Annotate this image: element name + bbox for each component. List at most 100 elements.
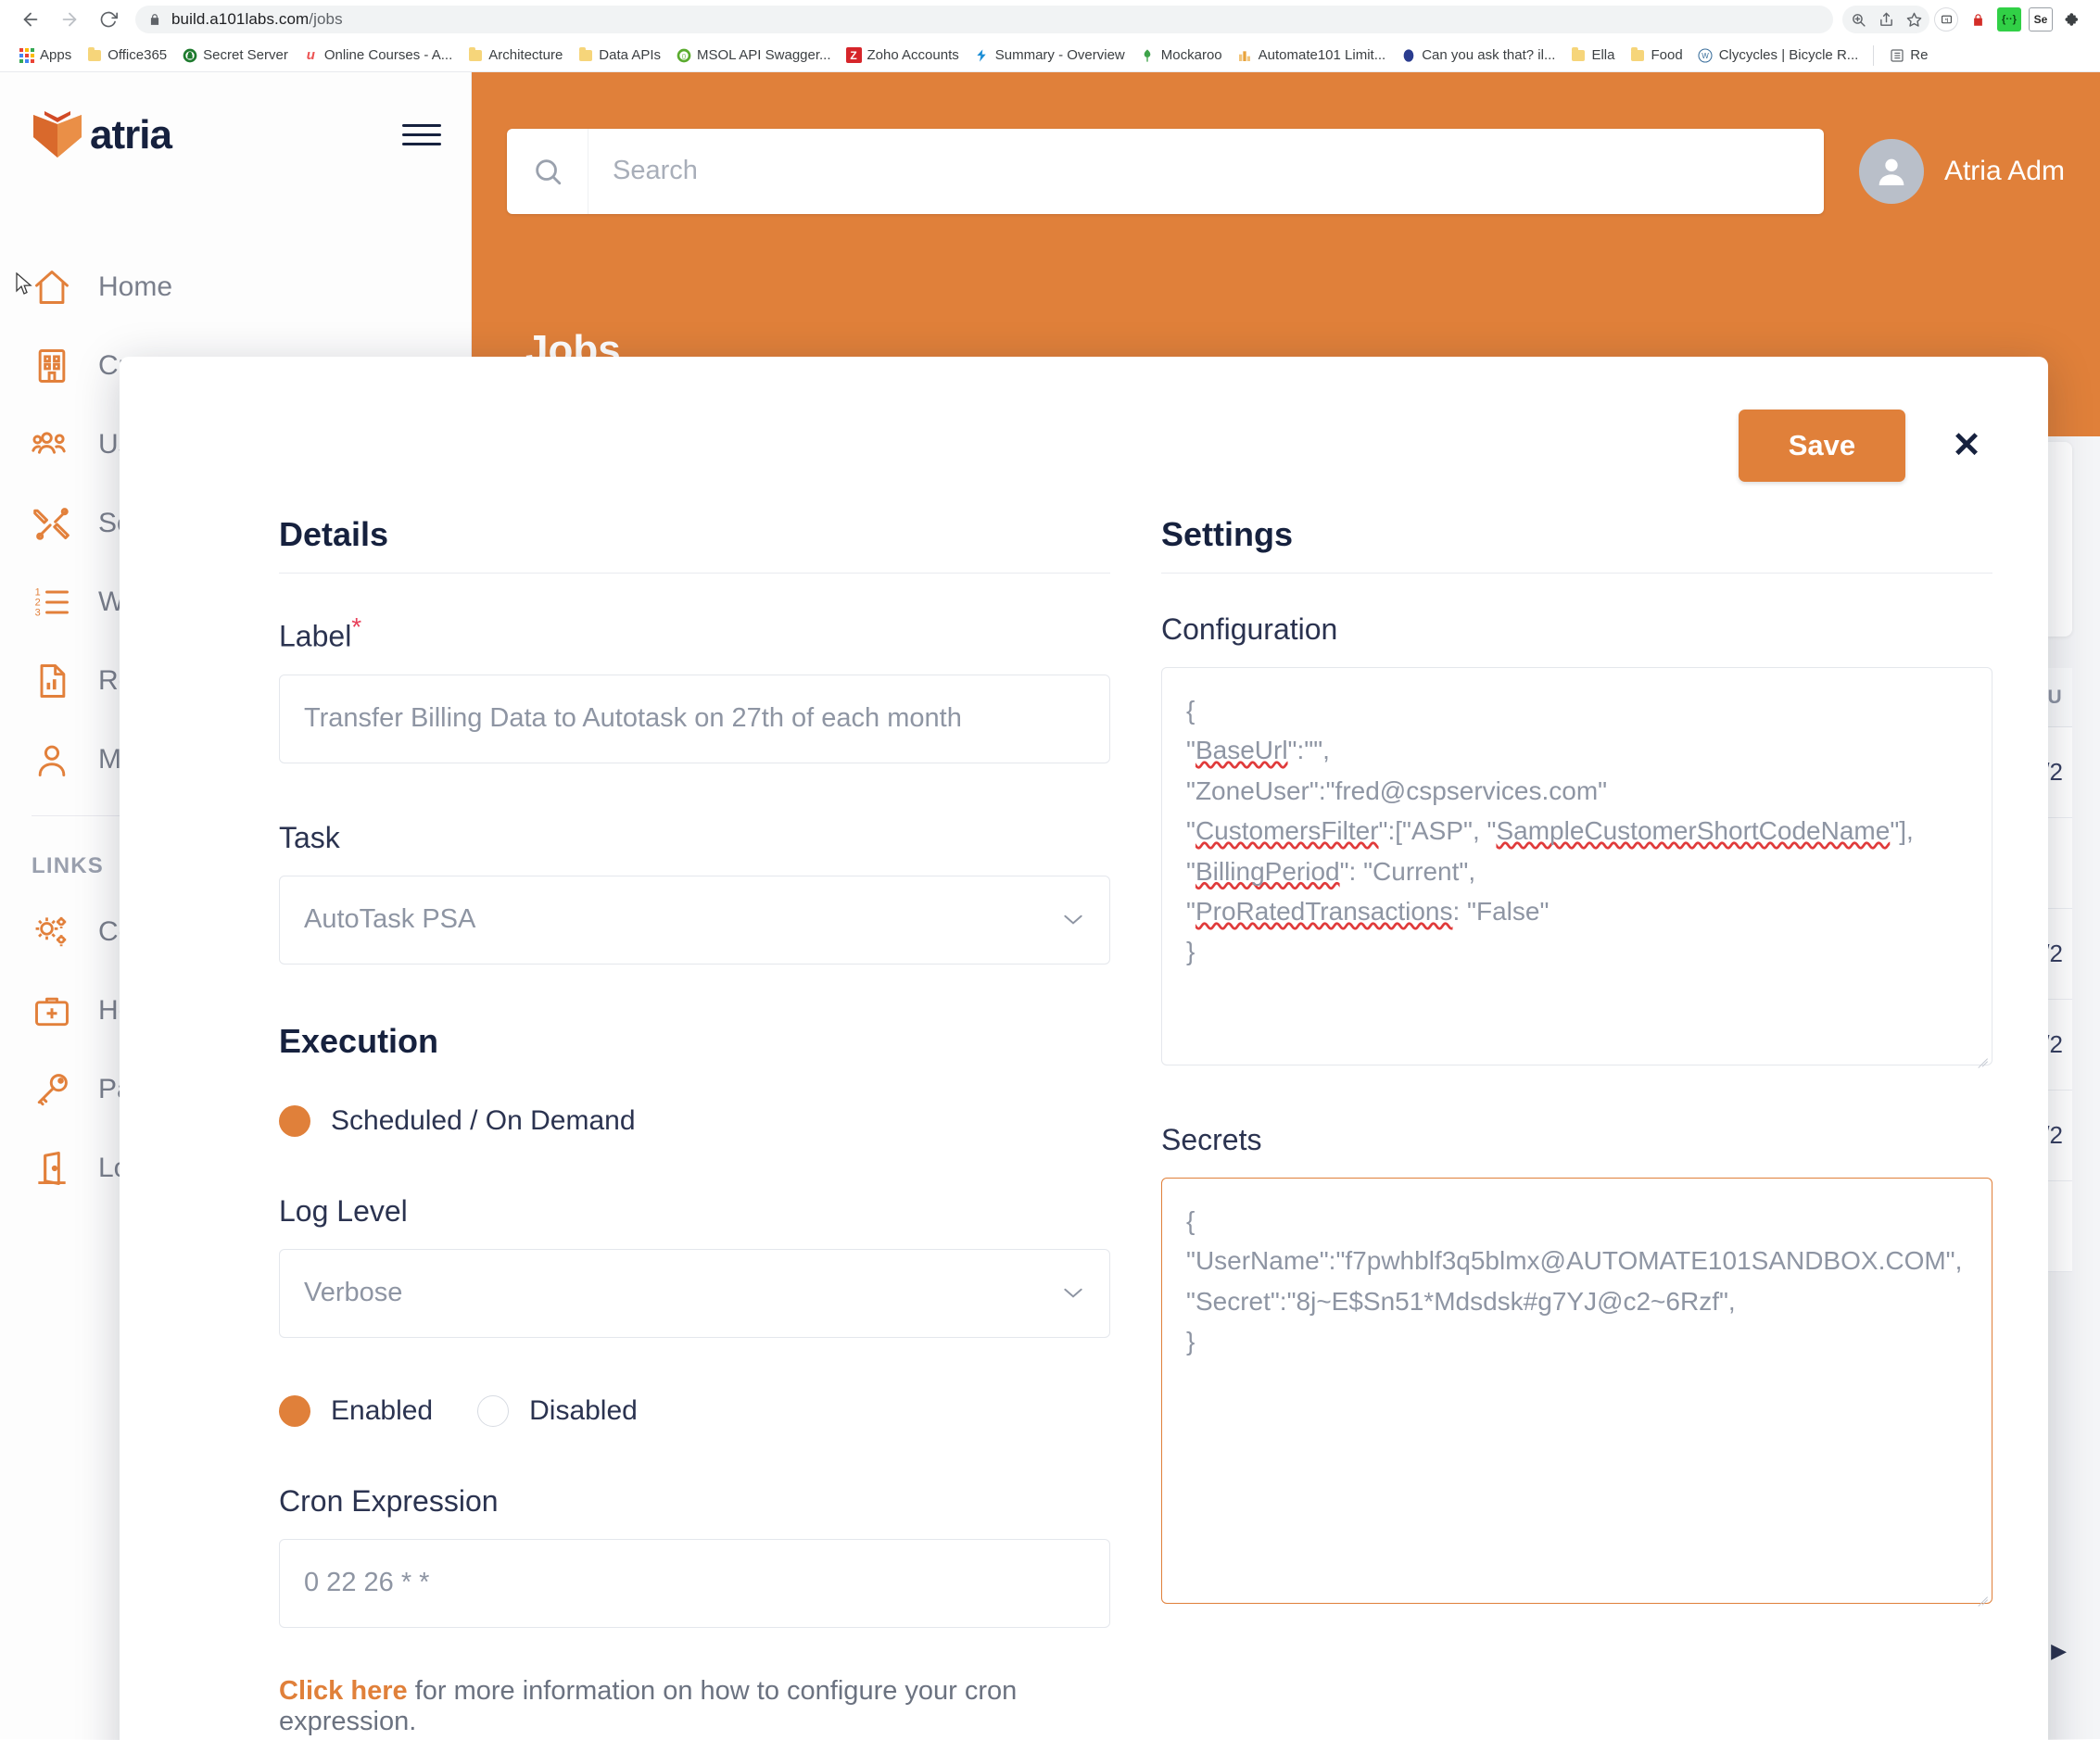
bookmark-star-icon[interactable] bbox=[1900, 6, 1928, 33]
chart-icon bbox=[1237, 47, 1253, 63]
json-viewer-extension-icon[interactable]: {··} bbox=[1997, 7, 2021, 32]
lock-icon bbox=[148, 13, 161, 26]
bookmark-label: Zoho Accounts bbox=[867, 47, 959, 63]
label-input[interactable] bbox=[279, 674, 1110, 763]
scheduled-on-demand-radio[interactable]: Scheduled / On Demand bbox=[279, 1104, 636, 1137]
mockaroo-icon bbox=[1140, 47, 1156, 63]
browser-toolbar: build.a101labs.com/jobs *| {··} Se bbox=[0, 0, 2100, 39]
share-icon[interactable] bbox=[1872, 6, 1900, 33]
configuration-label: Configuration bbox=[1161, 612, 1338, 646]
forward-arrow-icon[interactable] bbox=[52, 2, 87, 37]
task-select[interactable]: AutoTask PSA bbox=[279, 875, 1110, 965]
secrets-label: Secrets bbox=[1161, 1123, 1262, 1156]
browser-action-icons: *| {··} Se bbox=[1842, 6, 2087, 33]
bookmark-automate101-limits[interactable]: Automate101 Limit... bbox=[1230, 44, 1394, 66]
log-level-select[interactable]: Verbose bbox=[279, 1248, 1110, 1338]
label-field-text: Label bbox=[279, 619, 352, 653]
bookmark-mockaroo[interactable]: Mockaroo bbox=[1132, 44, 1230, 66]
disabled-radio[interactable]: Disabled bbox=[477, 1394, 638, 1427]
job-edit-modal: Save ✕ Details Label* Task AutoTask PSA bbox=[120, 357, 2048, 1740]
modal-body: Details Label* Task AutoTask PSA bbox=[120, 482, 2048, 1740]
bookmark-zoho-accounts[interactable]: Z Zoho Accounts bbox=[839, 44, 967, 66]
configuration-textarea-wrap: {"BaseUrl":"", "ZoneUser":"fred@cspservic… bbox=[1161, 667, 1992, 1065]
omnibox-action-group bbox=[1842, 6, 1929, 33]
secret-server-icon bbox=[182, 47, 197, 63]
task-select-value: AutoTask PSA bbox=[304, 904, 476, 935]
bookmark-architecture[interactable]: Architecture bbox=[460, 44, 570, 66]
folder-icon bbox=[577, 46, 593, 63]
url-path: /jobs bbox=[309, 10, 343, 28]
bookmark-apps[interactable]: Apps bbox=[11, 44, 79, 66]
folder-icon bbox=[1570, 46, 1586, 63]
bookmark-data-apis[interactable]: Data APIs bbox=[570, 44, 668, 66]
bookmark-secret-server[interactable]: Secret Server bbox=[174, 44, 296, 66]
browser-chrome: build.a101labs.com/jobs *| {··} Se Apps … bbox=[0, 0, 2100, 72]
application-root: Atria Adm Jobs XT RU 20/2 20/2 20/2 20/2… bbox=[0, 72, 2100, 1740]
bookmark-label: Mockaroo bbox=[1160, 47, 1222, 63]
svg-text:W: W bbox=[1702, 52, 1709, 60]
bookmark-ella[interactable]: Ella bbox=[1562, 44, 1622, 66]
back-arrow-icon[interactable] bbox=[13, 2, 48, 37]
log-level-value: Verbose bbox=[304, 1278, 403, 1308]
details-column: Details Label* Task AutoTask PSA bbox=[279, 515, 1110, 1740]
bookmark-label: MSOL API Swagger... bbox=[697, 47, 831, 63]
bookmark-label: Can you ask that? il... bbox=[1422, 47, 1556, 63]
lastpass-extension-icon[interactable] bbox=[1966, 7, 1990, 32]
bookmark-office365[interactable]: Office365 bbox=[79, 44, 174, 66]
svg-text:*|: *| bbox=[1944, 18, 1947, 23]
blue-dot-icon bbox=[1400, 47, 1416, 63]
folder-icon bbox=[1629, 46, 1645, 63]
zoho-icon: Z bbox=[845, 47, 862, 63]
scheduled-on-demand-label: Scheduled / On Demand bbox=[331, 1104, 636, 1136]
radio-selected-icon bbox=[279, 1104, 310, 1137]
zoom-icon[interactable] bbox=[1844, 6, 1872, 33]
cron-help-link[interactable]: Click here bbox=[279, 1676, 408, 1706]
reading-list-label: Re bbox=[1910, 47, 1929, 63]
cron-helper-text: Click here for more information on how t… bbox=[279, 1628, 1110, 1737]
selenium-extension-icon[interactable]: Se bbox=[2029, 7, 2053, 32]
puzzle-extensions-icon[interactable] bbox=[2060, 7, 2084, 32]
task-field-label: Task bbox=[279, 820, 340, 854]
bookmark-food[interactable]: Food bbox=[1622, 44, 1689, 66]
reading-list-button[interactable]: Re bbox=[1881, 44, 1935, 66]
bookmarks-bar: Apps Office365 Secret Server u Online Co… bbox=[0, 39, 2100, 72]
bookmark-label: Data APIs bbox=[599, 47, 661, 63]
apps-grid-icon bbox=[19, 47, 34, 63]
reload-icon[interactable] bbox=[91, 2, 126, 37]
wordpress-icon: W bbox=[1698, 47, 1714, 63]
radio-selected-icon bbox=[279, 1394, 310, 1427]
address-bar[interactable]: build.a101labs.com/jobs bbox=[135, 6, 1833, 33]
log-level-label: Log Level bbox=[279, 1193, 408, 1228]
bookmark-label: Office365 bbox=[108, 47, 168, 63]
disabled-label: Disabled bbox=[529, 1394, 638, 1426]
configuration-textarea[interactable]: {"BaseUrl":"", "ZoneUser":"fred@cspservic… bbox=[1161, 667, 1992, 1065]
bookmark-label: Architecture bbox=[488, 47, 563, 63]
bookmark-label: Apps bbox=[40, 47, 72, 63]
swagger-icon: {} bbox=[676, 47, 691, 63]
chevron-down-icon bbox=[1061, 1280, 1085, 1306]
udemy-icon: u bbox=[306, 47, 315, 63]
details-section-title: Details bbox=[279, 515, 1110, 574]
bookmark-msol-api-swagger[interactable]: {} MSOL API Swagger... bbox=[668, 44, 839, 66]
bookmark-clycycles[interactable]: W Clycycles | Bicycle R... bbox=[1690, 44, 1866, 66]
bookmark-summary-overview[interactable]: Summary - Overview bbox=[967, 44, 1132, 66]
secrets-textarea[interactable]: {"UserName":"f7pwhblf3q5blmx@AUTOMATE101… bbox=[1161, 1178, 1992, 1604]
bookmark-online-courses[interactable]: u Online Courses - A... bbox=[296, 44, 460, 66]
bookmark-can-you-ask-that[interactable]: Can you ask that? il... bbox=[1393, 44, 1562, 66]
settings-section-title: Settings bbox=[1161, 515, 1992, 574]
radio-unselected-icon bbox=[477, 1394, 510, 1427]
bookmark-label: Food bbox=[1651, 47, 1683, 63]
settings-column: Settings Configuration {"BaseUrl":"", "Zo… bbox=[1161, 515, 1992, 1740]
close-icon[interactable]: ✕ bbox=[1944, 424, 1989, 467]
cron-expression-input[interactable] bbox=[279, 1538, 1110, 1628]
execution-radio-group: Scheduled / On Demand bbox=[279, 1104, 1110, 1137]
bookmark-label: Online Courses - A... bbox=[323, 47, 453, 63]
bookmark-label: Ella bbox=[1591, 47, 1615, 63]
modal-header: Save ✕ bbox=[120, 357, 2048, 482]
url-domain: build.a101labs.com bbox=[171, 10, 310, 28]
bookmark-label: Automate101 Limit... bbox=[1258, 47, 1386, 63]
save-button[interactable]: Save bbox=[1738, 410, 1906, 482]
bookmark-label: Secret Server bbox=[203, 47, 288, 63]
clipboard-extension-icon[interactable]: *| bbox=[1934, 7, 1958, 32]
enabled-radio[interactable]: Enabled bbox=[279, 1394, 433, 1427]
